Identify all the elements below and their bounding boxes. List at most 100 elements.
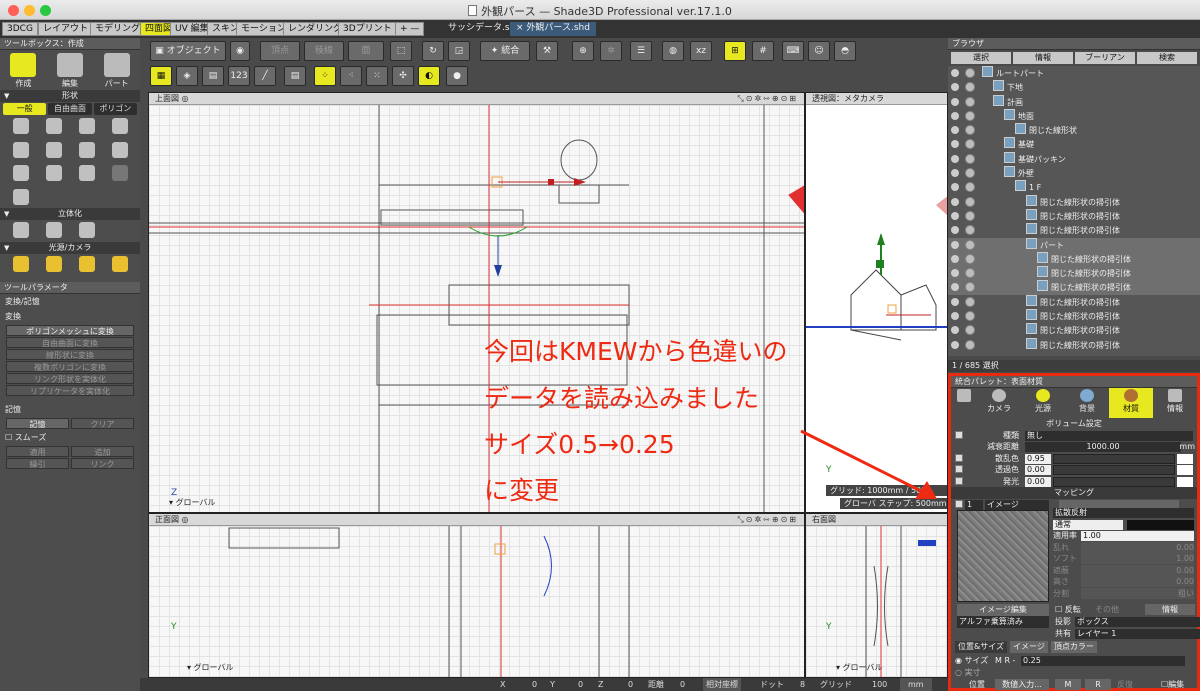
select-rect-icon[interactable]: ⬚ xyxy=(390,41,412,61)
tree-item[interactable]: 基礎 xyxy=(948,137,1200,151)
layer-icon[interactable]: ▤ xyxy=(284,66,306,86)
visibility-dot-icon[interactable] xyxy=(965,268,975,279)
disabled-param-field[interactable]: 0.00 xyxy=(1081,576,1194,587)
eye-icon[interactable] xyxy=(951,226,959,235)
transmit-checkbox[interactable] xyxy=(955,465,963,473)
point-light-icon[interactable] xyxy=(12,256,29,272)
palette-tab-material[interactable]: 材質 xyxy=(1109,388,1153,418)
tree-item[interactable]: 閉じた線形状の掃引体 xyxy=(948,323,1200,337)
texture-preview-image[interactable] xyxy=(957,510,1049,602)
tree-item[interactable]: 閉じた線形状 xyxy=(948,123,1200,137)
tree-item[interactable]: 閉じた線形状の掃引体 xyxy=(948,309,1200,323)
edit-checkbox[interactable]: ☐編集 xyxy=(1161,679,1184,690)
memory-button[interactable]: 記憶 xyxy=(6,418,69,429)
eye-icon[interactable] xyxy=(951,340,959,349)
rectangle-icon[interactable] xyxy=(78,118,95,134)
sphere-icon[interactable] xyxy=(45,141,62,158)
scatter-color-swatch[interactable] xyxy=(1177,453,1193,464)
browser-tab-boolean[interactable]: ブーリアン xyxy=(1075,52,1135,64)
snap-surface-icon[interactable]: ◐ xyxy=(418,66,440,86)
create-mode-button[interactable]: 作成 xyxy=(8,53,38,90)
visibility-dot-icon[interactable] xyxy=(965,125,975,136)
target-icon[interactable]: ⊕ xyxy=(572,41,594,61)
tree-item[interactable]: 下地 xyxy=(948,80,1200,94)
tree-item[interactable]: 外壁 xyxy=(948,166,1200,180)
scale-icon[interactable]: ◲ xyxy=(448,41,470,61)
eye-icon[interactable] xyxy=(951,283,959,292)
sweep-icon[interactable] xyxy=(78,222,95,238)
revolve-icon[interactable] xyxy=(45,222,62,238)
disabled-param-field[interactable]: 1.00 xyxy=(1081,553,1194,564)
numeric-icon[interactable]: 123 xyxy=(228,66,250,86)
scatter-checkbox[interactable] xyxy=(955,453,963,462)
emit-checkbox[interactable] xyxy=(955,476,963,485)
numeric-input-button[interactable]: 数値入力... xyxy=(995,679,1049,690)
visibility-dot-icon[interactable] xyxy=(965,139,975,150)
convert-freeform-button[interactable]: 自由曲面に変換 xyxy=(6,337,134,348)
info-button[interactable]: 情報 xyxy=(1145,604,1195,615)
camera-icon[interactable]: ◉ xyxy=(230,41,250,61)
tree-item[interactable]: 地面 xyxy=(948,109,1200,123)
tree-item[interactable]: パート xyxy=(948,237,1200,252)
attenuation-field[interactable]: 1000.00 xyxy=(1025,442,1181,452)
visibility-dot-icon[interactable] xyxy=(965,296,975,307)
snap-center-icon[interactable]: ✣ xyxy=(392,66,414,86)
visibility-dot-icon[interactable] xyxy=(965,225,975,236)
visibility-dot-icon[interactable] xyxy=(965,96,975,107)
visibility-dot-icon[interactable] xyxy=(965,239,975,250)
snap-object-icon[interactable]: ◈ xyxy=(176,66,198,86)
viewport-front[interactable]: 正面図 ◎ ⤡⊙✲⇿⊕⊙⊞ Y ▾ グローバル xyxy=(148,513,805,678)
snap-edge-icon[interactable]: ⁙ xyxy=(366,66,388,86)
transmit-color-swatch[interactable] xyxy=(1177,465,1193,475)
realize-link-button[interactable]: リンク形状を実体化 xyxy=(6,373,134,384)
tree-item[interactable]: 閉じた線形状の掃引体 xyxy=(948,195,1200,209)
emit-color-swatch[interactable] xyxy=(1177,476,1193,487)
line-light-icon[interactable] xyxy=(78,256,95,272)
gamepad-icon[interactable]: ◓ xyxy=(834,41,856,61)
eye-icon[interactable] xyxy=(951,140,959,149)
eye-icon[interactable] xyxy=(951,126,959,135)
visibility-dot-icon[interactable] xyxy=(965,282,975,293)
eye-icon[interactable] xyxy=(951,69,959,77)
face-mode-button[interactable]: 面 xyxy=(348,41,384,61)
link-button[interactable]: リンク xyxy=(71,458,134,469)
emit-slider[interactable] xyxy=(1053,476,1175,487)
visibility-dot-icon[interactable] xyxy=(965,253,975,264)
xz-icon[interactable]: xz xyxy=(690,41,712,61)
alpha-select[interactable]: アルファ乗算済み xyxy=(957,616,1049,628)
snap-folder-icon[interactable]: ▤ xyxy=(202,66,224,86)
repeat-button[interactable]: 反復 xyxy=(1117,679,1133,690)
palette-tab-camera[interactable]: カメラ xyxy=(977,388,1021,418)
apply-field[interactable]: 1.00 xyxy=(1081,531,1194,541)
layer-type-select[interactable]: イメージ xyxy=(985,499,1049,510)
capsule-icon[interactable] xyxy=(45,165,62,181)
tab-modeling[interactable]: モデリング xyxy=(90,22,146,36)
eye-icon[interactable] xyxy=(951,312,959,321)
snap-line-icon[interactable]: ╱ xyxy=(254,66,276,86)
transmit-slider[interactable] xyxy=(1053,465,1175,475)
eye-icon[interactable] xyxy=(951,83,959,92)
palette-tab-light[interactable]: 光源 xyxy=(1021,388,1065,418)
browser-tab-info[interactable]: 情報 xyxy=(1013,52,1073,64)
visibility-dot-icon[interactable] xyxy=(965,339,975,350)
visibility-dot-icon[interactable] xyxy=(965,168,975,179)
light-section-header[interactable]: 光源/カメラ xyxy=(0,242,140,254)
m-button[interactable]: M xyxy=(1055,679,1081,690)
tree-item[interactable]: 閉じた線形状の掃引体 xyxy=(948,223,1200,237)
other-button[interactable]: その他 xyxy=(1095,604,1119,615)
eye-icon[interactable] xyxy=(951,297,959,306)
tree-item[interactable]: 閉じた線形状の掃引体 xyxy=(948,338,1200,352)
four-view-icon[interactable]: ⊞ xyxy=(724,41,746,61)
viewport-tools-icon[interactable]: ⤡⊙✲⇿⊕⊙⊞ xyxy=(737,93,798,105)
palette-home-tab[interactable] xyxy=(951,388,977,418)
visibility-dot-icon[interactable] xyxy=(965,182,975,193)
open-line-icon[interactable] xyxy=(12,118,29,134)
blend-color-swatch[interactable] xyxy=(1127,519,1194,530)
eye-icon[interactable] xyxy=(951,154,959,163)
eye-icon[interactable] xyxy=(951,169,959,178)
realize-replicator-button[interactable]: リプリケータを実体化 xyxy=(6,385,134,396)
area-light-icon[interactable] xyxy=(111,256,128,272)
browser-tab-select[interactable]: 選択 xyxy=(951,52,1011,64)
integrate-button[interactable]: ✦ 統合 xyxy=(480,41,530,61)
emit-field[interactable]: 0.00 xyxy=(1025,476,1051,487)
